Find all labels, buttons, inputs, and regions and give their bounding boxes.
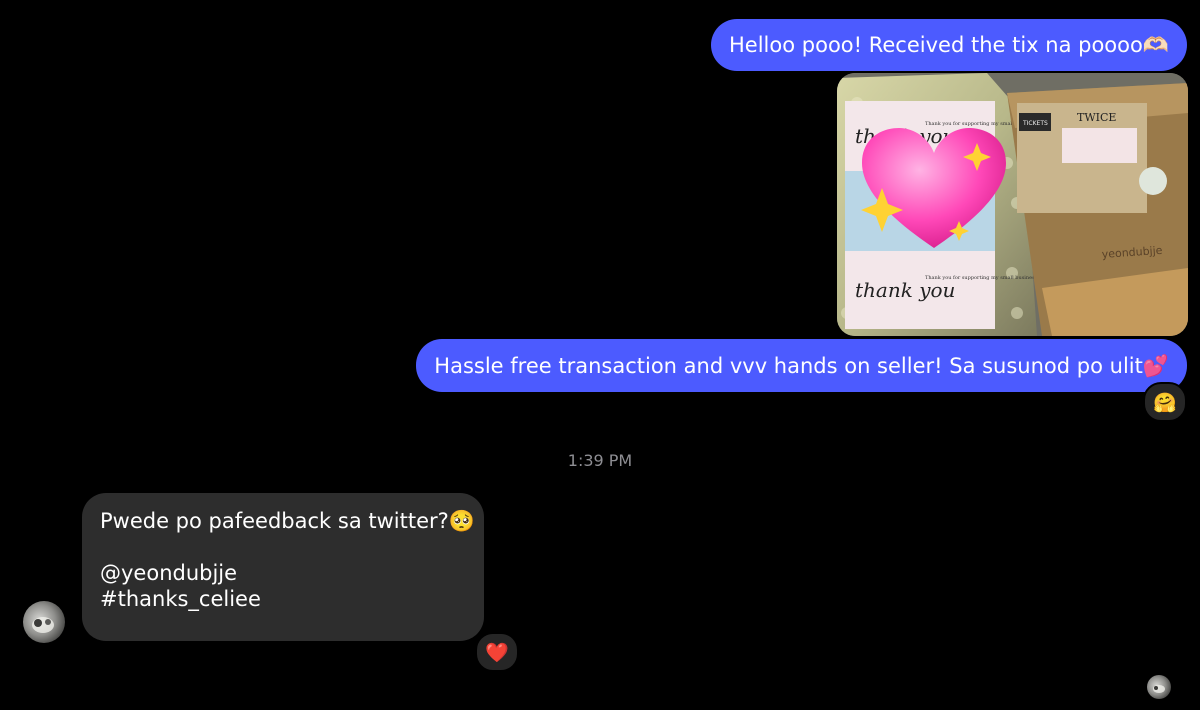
message-text: Helloo pooo! Received the tix na poooo🫶🏻 [729, 33, 1169, 57]
avatar-photo-icon [1153, 685, 1165, 693]
message-timestamp: 1:39 PM [567, 451, 633, 470]
avatar-photo-icon [32, 617, 54, 633]
contact-avatar[interactable] [23, 601, 65, 643]
package-photo-image: thank you Thank you for supporting my sm… [837, 73, 1188, 336]
photo-attachment[interactable]: thank you Thank you for supporting my sm… [837, 73, 1188, 336]
outgoing-message-bubble[interactable]: Helloo pooo! Received the tix na poooo🫶🏻 [711, 19, 1187, 71]
message-line: @yeondubjje [100, 561, 238, 585]
reaction-hug-icon[interactable]: 🤗 [1143, 382, 1187, 422]
message-line-blank [100, 534, 466, 560]
reaction-heart-icon[interactable]: ❤️ [475, 632, 519, 672]
message-line: Pwede po pafeedback sa twitter?🥺 [100, 509, 475, 533]
outgoing-message-bubble[interactable]: Hassle free transaction and vvv hands on… [416, 339, 1187, 392]
message-text: Hassle free transaction and vvv hands on… [434, 353, 1169, 378]
incoming-message-bubble[interactable]: Pwede po pafeedback sa twitter?🥺 @yeondu… [82, 493, 484, 641]
box-label: TWICE [1077, 111, 1116, 124]
sticker-bottom-small: Thank you for supporting my small busine… [925, 275, 1039, 281]
tickets-label: TICKETS [1022, 120, 1048, 127]
sticker-bottom-text: thank you [855, 278, 955, 302]
read-receipt-avatar [1147, 675, 1171, 699]
message-line: #thanks_celiee [100, 587, 261, 611]
